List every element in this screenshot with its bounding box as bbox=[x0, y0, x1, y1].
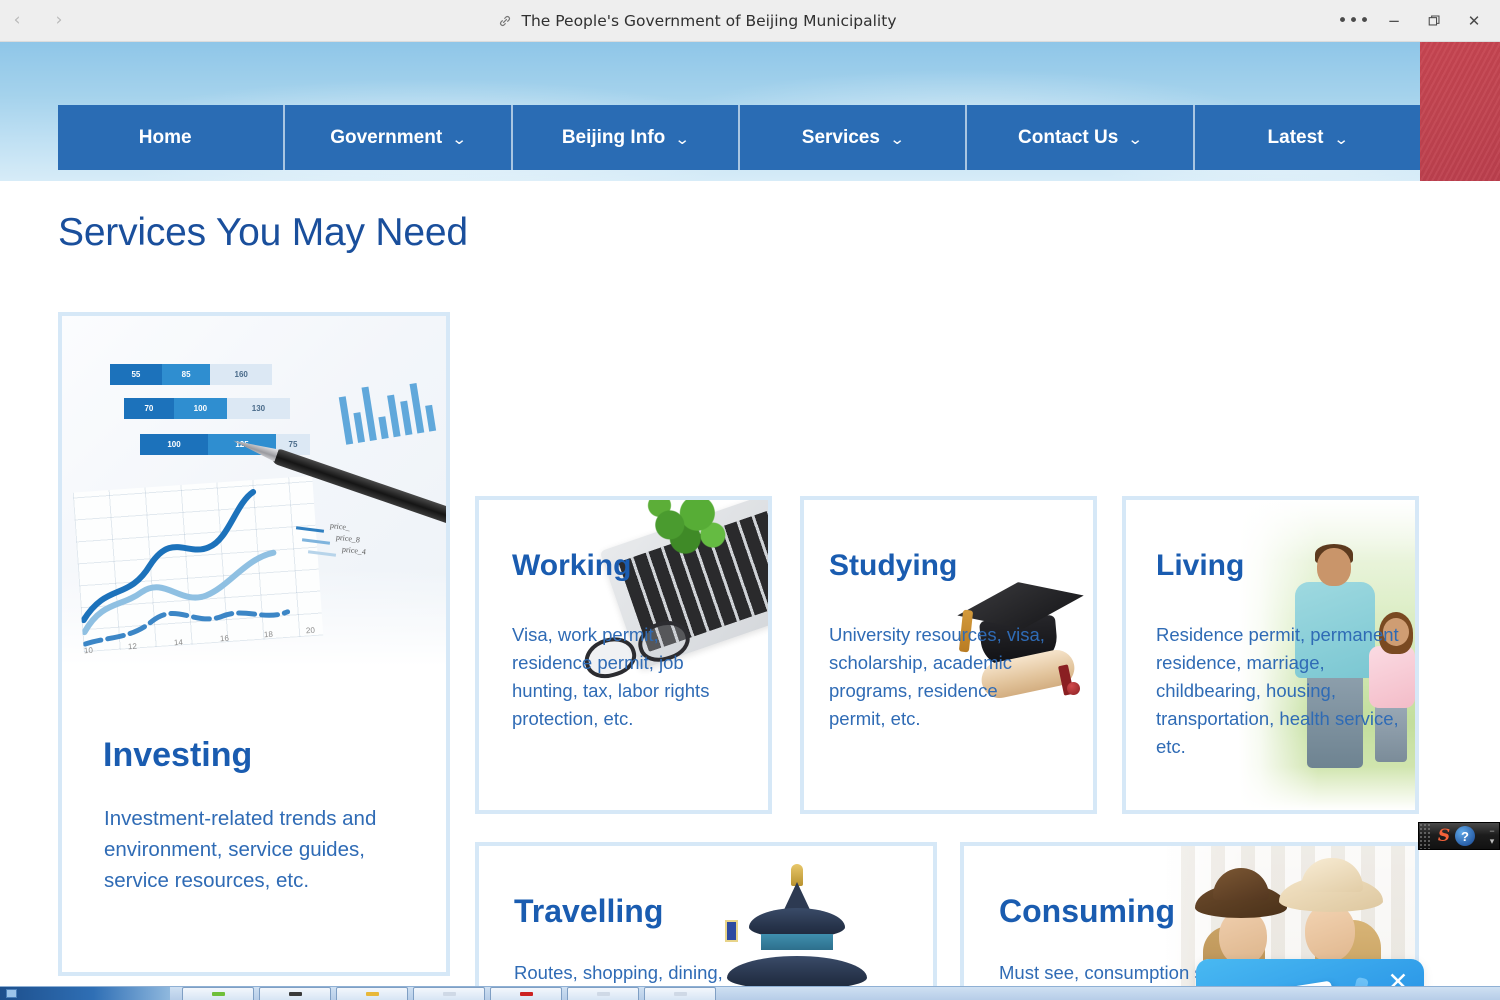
card-title: Working bbox=[512, 549, 632, 582]
nav-label: Contact Us bbox=[1018, 126, 1119, 148]
bar-value: 75 bbox=[276, 434, 310, 455]
pen-illustration bbox=[270, 447, 446, 531]
nav-item-contact-us[interactable]: Contact Us ⌄ bbox=[967, 105, 1195, 170]
legend-label: price_8 bbox=[335, 532, 361, 545]
taskbar-item[interactable] bbox=[413, 987, 485, 1000]
card-description: University resources, visa, scholarship,… bbox=[829, 624, 1045, 730]
window-controls: ••• − ✕ bbox=[1334, 4, 1500, 38]
legend-label: price_ bbox=[329, 520, 351, 533]
page-content: Services You May Need 55 85 160 70 100 1… bbox=[0, 181, 1500, 1000]
legend-label: price_4 bbox=[341, 544, 367, 557]
card-description: Residence permit, permanent residence, m… bbox=[1156, 624, 1399, 758]
card-title: Investing bbox=[103, 736, 253, 774]
nav-label: Services bbox=[801, 126, 880, 148]
back-icon[interactable]: ‹ bbox=[6, 10, 28, 32]
axis-tick: 20 bbox=[305, 625, 316, 636]
ime-minimize-icon[interactable]: − bbox=[1485, 826, 1499, 836]
card-description: Investment-related trends and environmen… bbox=[104, 807, 377, 893]
plant-illustration bbox=[644, 500, 730, 560]
trend-lines bbox=[80, 488, 291, 647]
taskbar-item[interactable] bbox=[644, 987, 716, 1000]
bar-value: 130 bbox=[226, 398, 290, 419]
nav-item-home[interactable]: Home bbox=[58, 105, 286, 170]
axis-tick: 16 bbox=[219, 633, 230, 644]
drag-handle-icon[interactable] bbox=[1419, 823, 1432, 849]
bar-value: 100 bbox=[173, 398, 227, 419]
start-button[interactable] bbox=[0, 987, 170, 1000]
mini-bar-chart bbox=[337, 371, 437, 445]
card-description: Visa, work permit, residence permit, job… bbox=[512, 624, 710, 730]
card-title: Studying bbox=[829, 549, 958, 582]
ime-controls[interactable]: − ▾ bbox=[1485, 826, 1499, 846]
window-title-text: The People's Government of Beijing Munic… bbox=[521, 11, 897, 30]
restore-icon[interactable] bbox=[1414, 4, 1454, 38]
ime-floating-toolbar[interactable]: S ? − ▾ bbox=[1418, 822, 1500, 850]
nav-item-services[interactable]: Services ⌄ bbox=[739, 105, 968, 170]
nav-item-government[interactable]: Government ⌄ bbox=[285, 105, 513, 170]
axis-tick: 10 bbox=[83, 645, 94, 656]
taskbar-item[interactable] bbox=[182, 987, 254, 1000]
bar-value: 125 bbox=[208, 434, 276, 455]
card-title: Travelling bbox=[514, 893, 664, 929]
chevron-down-icon: ⌄ bbox=[889, 129, 906, 148]
nav-label: Home bbox=[138, 126, 192, 148]
bar-value: 55 bbox=[110, 364, 162, 385]
nav-item-latest[interactable]: Latest ⌄ bbox=[1194, 105, 1420, 170]
window-title: The People's Government of Beijing Munic… bbox=[60, 12, 1334, 30]
bar-value: 85 bbox=[161, 364, 211, 385]
service-card-investing[interactable]: 55 85 160 70 100 130 100 125 75 10 12 14… bbox=[58, 312, 450, 976]
browser-title-bar: ‹ › The People's Government of Beijing M… bbox=[0, 0, 1500, 42]
page-banner-red-panel bbox=[1420, 42, 1500, 181]
chevron-down-icon: ⌄ bbox=[674, 129, 691, 148]
service-card-studying[interactable]: Studying University resources, visa, sch… bbox=[800, 496, 1097, 814]
taskbar-item[interactable] bbox=[567, 987, 639, 1000]
chevron-down-icon: ⌄ bbox=[1332, 129, 1349, 148]
service-card-travelling[interactable]: Travelling Routes, shopping, dining, ent… bbox=[475, 842, 937, 1000]
axis-tick: 14 bbox=[173, 637, 184, 648]
chevron-down-icon: ⌄ bbox=[451, 129, 468, 148]
more-options-icon[interactable]: ••• bbox=[1334, 4, 1374, 38]
taskbar-item[interactable] bbox=[259, 987, 331, 1000]
axis-tick: 18 bbox=[263, 629, 274, 640]
card-title: Consuming bbox=[999, 893, 1175, 929]
nav-label: Beijing Info bbox=[561, 126, 666, 148]
bar-value: 100 bbox=[140, 434, 208, 455]
taskbar-item[interactable] bbox=[336, 987, 408, 1000]
page-title: Services You May Need bbox=[58, 211, 468, 254]
bar-value: 160 bbox=[210, 364, 272, 385]
minimize-icon[interactable]: − bbox=[1374, 4, 1414, 38]
axis-tick: 12 bbox=[127, 641, 138, 652]
nav-label: Latest bbox=[1267, 126, 1324, 148]
line-chart-grid bbox=[72, 475, 324, 653]
service-card-working[interactable]: Working Visa, work permit, residence per… bbox=[475, 496, 772, 814]
main-navigation: Home Government ⌄ Beijing Info ⌄ Service… bbox=[58, 105, 1420, 170]
help-icon[interactable]: ? bbox=[1455, 826, 1475, 846]
nav-item-beijing-info[interactable]: Beijing Info ⌄ bbox=[512, 105, 740, 170]
taskbar-items bbox=[182, 987, 716, 1000]
bar-value: 70 bbox=[124, 398, 174, 419]
sogou-logo-icon[interactable]: S bbox=[1433, 826, 1455, 846]
taskbar-item[interactable] bbox=[490, 987, 562, 1000]
link-icon bbox=[497, 13, 512, 28]
nav-label: Government bbox=[330, 126, 443, 148]
investing-photo: 55 85 160 70 100 130 100 125 75 10 12 14… bbox=[62, 316, 446, 666]
service-card-living[interactable]: Living Residence permit, permanent resid… bbox=[1122, 496, 1419, 814]
close-icon[interactable]: ✕ bbox=[1454, 4, 1494, 38]
ime-expand-icon[interactable]: ▾ bbox=[1485, 836, 1499, 846]
card-title: Living bbox=[1156, 549, 1245, 582]
chevron-down-icon: ⌄ bbox=[1127, 129, 1144, 148]
os-taskbar bbox=[0, 986, 1500, 1000]
